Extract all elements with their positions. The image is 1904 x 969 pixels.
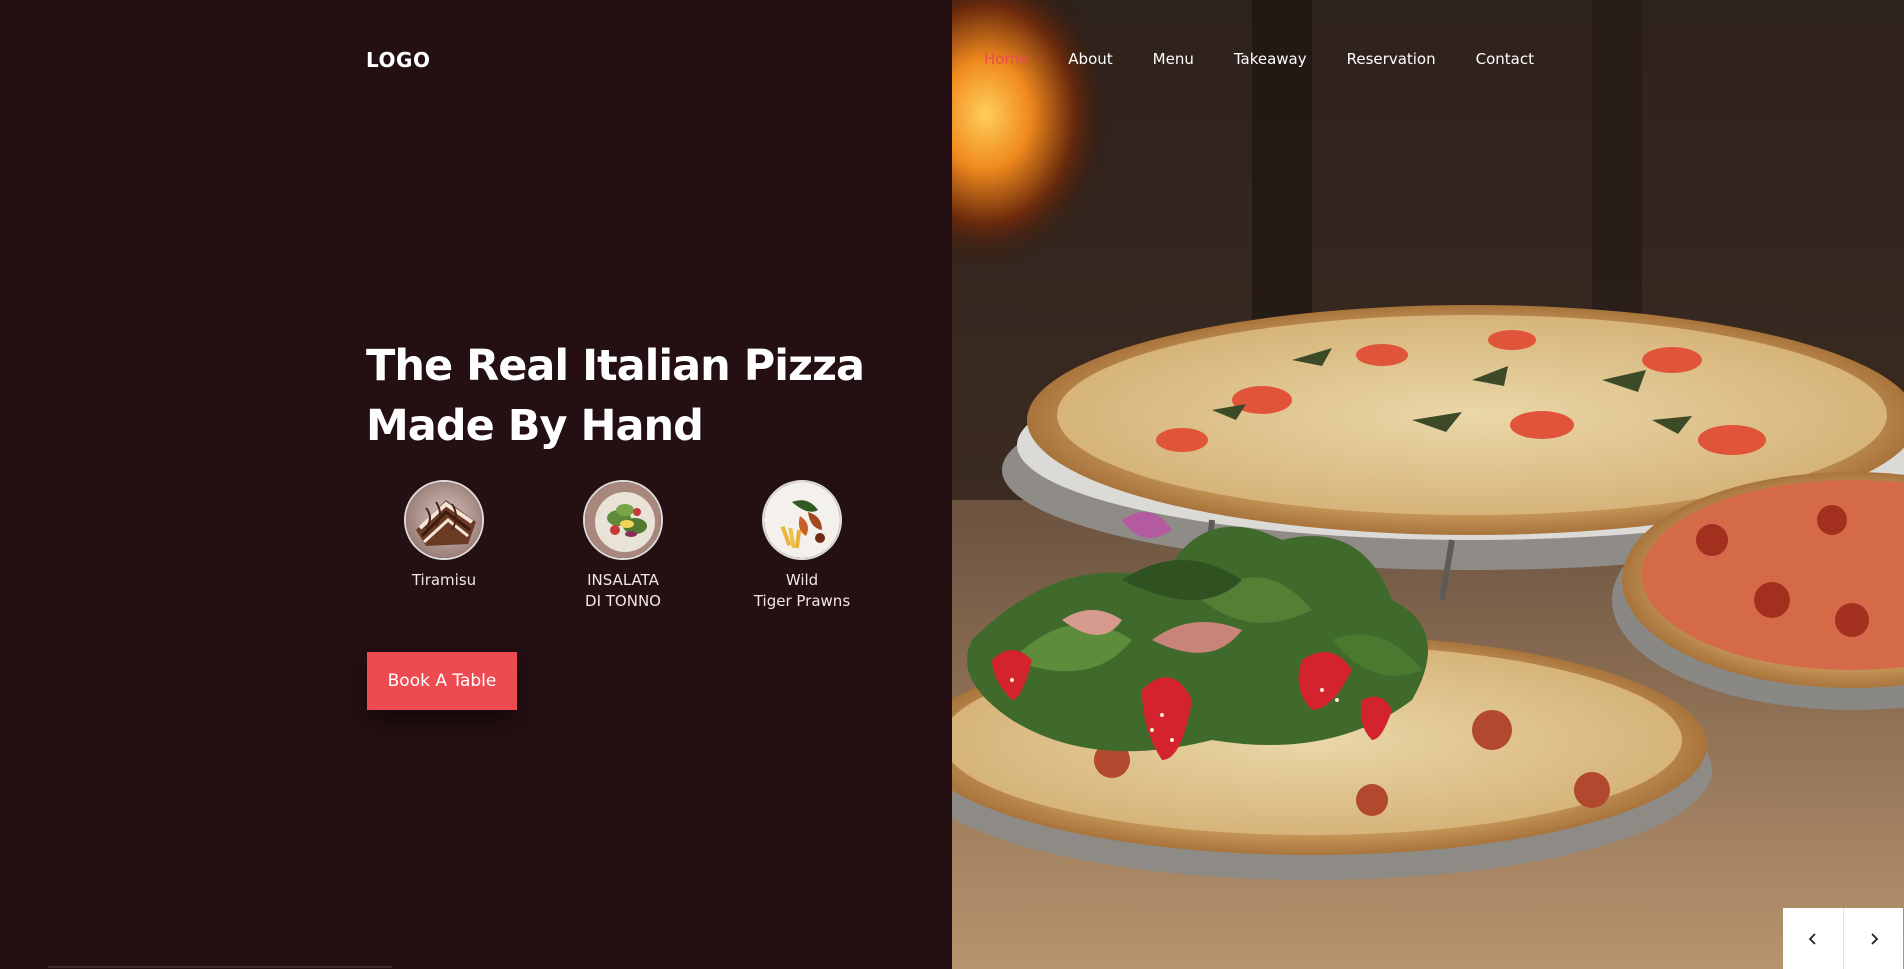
- headline-line-1: The Real Italian Pizza: [366, 341, 865, 391]
- nav-item-home[interactable]: Home: [984, 50, 1028, 68]
- chevron-left-icon: [1808, 932, 1816, 945]
- book-a-table-button[interactable]: Book A Table: [367, 652, 517, 710]
- dish-insalata-di-tonno[interactable]: INSALATA DI TONNO: [563, 480, 683, 612]
- hero-image-panel: [952, 0, 1904, 969]
- dish-name: Wild Tiger Prawns: [753, 571, 851, 610]
- pizza-hero-image: [952, 0, 1904, 969]
- nav-item-about[interactable]: About: [1068, 50, 1112, 68]
- nav-item-takeaway[interactable]: Takeaway: [1234, 50, 1307, 68]
- hero-left-panel: LOGO The Real Italian Pizza Made By Hand: [0, 0, 952, 969]
- featured-dishes: Tiramisu INSALATA DI TONNO Wild Tiger Pr…: [366, 480, 886, 620]
- dish-name: INSALATA DI TONNO: [585, 571, 661, 610]
- salad-image: [583, 480, 663, 560]
- headline-line-2: Made By Hand: [366, 401, 704, 451]
- dish-wild-tiger-prawns[interactable]: Wild Tiger Prawns: [742, 480, 862, 612]
- nav-item-reservation[interactable]: Reservation: [1347, 50, 1436, 68]
- nav-item-contact[interactable]: Contact: [1476, 50, 1534, 68]
- dish-name: Tiramisu: [411, 571, 477, 589]
- chevron-right-icon: [1870, 932, 1878, 945]
- main-nav: Home About Menu Takeaway Reservation Con…: [984, 50, 1574, 68]
- slider-prev-button[interactable]: [1783, 908, 1843, 969]
- dish-tiramisu[interactable]: Tiramisu: [384, 480, 504, 591]
- slider-controls: [1783, 908, 1903, 969]
- divider: [48, 966, 392, 968]
- tiramisu-image: [404, 480, 484, 560]
- logo[interactable]: LOGO: [366, 48, 430, 72]
- slider-next-button[interactable]: [1843, 908, 1903, 969]
- nav-item-menu[interactable]: Menu: [1153, 50, 1194, 68]
- hero-headline: The Real Italian Pizza Made By Hand: [366, 336, 886, 456]
- prawns-image: [762, 480, 842, 560]
